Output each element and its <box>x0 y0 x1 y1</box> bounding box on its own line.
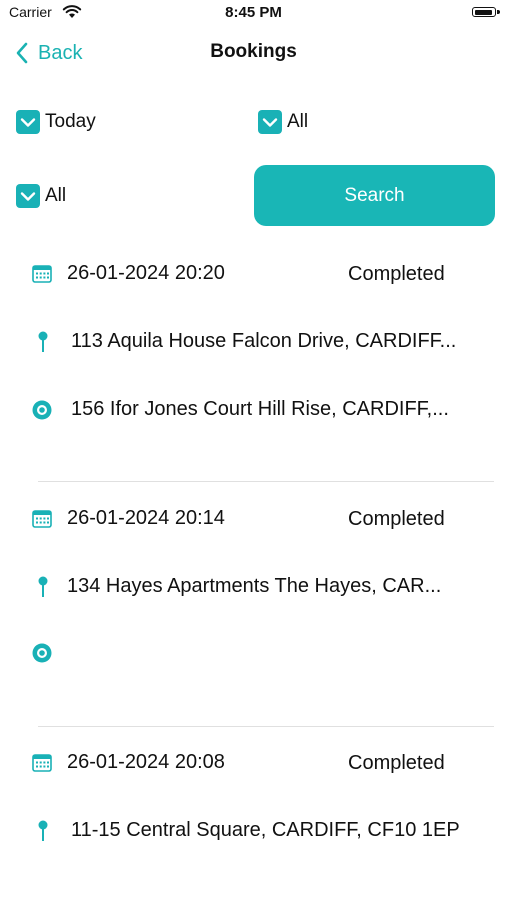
type-filter-checkbox[interactable]: All <box>258 110 308 134</box>
clock: 8:45 PM <box>225 4 282 21</box>
type-filter-label: All <box>287 111 309 132</box>
booking-status: Completed <box>348 752 445 774</box>
pickup-address[interactable]: 11-15 Central Square, CARDIFF, CF10 1EP <box>38 819 460 842</box>
booking-datetime[interactable]: 26-01-2024 20:08 <box>32 751 225 774</box>
checkbox-checked-icon <box>258 110 282 134</box>
battery-icon <box>472 7 496 17</box>
booking-datetime[interactable]: 26-01-2024 20:14 <box>32 507 225 530</box>
page-title: Bookings <box>210 41 297 62</box>
booking-datetime-text: 26-01-2024 20:08 <box>67 751 225 773</box>
pickup-pin-icon <box>38 331 48 352</box>
list-divider <box>38 726 494 727</box>
pickup-address-text: 113 Aquila House Falcon Drive, CARDIFF..… <box>71 330 457 352</box>
today-filter-checkbox[interactable]: Today <box>16 110 96 134</box>
pickup-address-text: 11-15 Central Square, CARDIFF, CF10 1EP <box>71 819 460 841</box>
pickup-address[interactable]: 134 Hayes Apartments The Hayes, CAR... <box>38 575 441 598</box>
status-filter-label: All <box>45 185 67 206</box>
list-divider <box>38 481 494 482</box>
dropoff-address[interactable]: 156 Ifor Jones Court Hill Rise, CARDIFF,… <box>32 398 449 421</box>
calendar-icon <box>32 265 52 283</box>
booking-datetime-text: 26-01-2024 20:14 <box>67 507 225 529</box>
search-button[interactable]: Search <box>254 165 495 226</box>
calendar-icon <box>32 754 52 772</box>
dropoff-address-text: 156 Ifor Jones Court Hill Rise, CARDIFF,… <box>71 398 449 420</box>
booking-datetime[interactable]: 26-01-2024 20:20 <box>32 262 225 285</box>
pickup-pin-icon <box>38 576 48 597</box>
dropoff-address[interactable] <box>32 643 71 663</box>
destination-icon <box>32 643 52 663</box>
booking-status: Completed <box>348 508 445 530</box>
booking-status: Completed <box>348 263 445 285</box>
calendar-icon <box>32 510 52 528</box>
pickup-pin-icon <box>38 820 48 841</box>
status-filter-checkbox[interactable]: All <box>16 184 66 208</box>
destination-icon <box>32 400 52 419</box>
booking-datetime-text: 26-01-2024 20:20 <box>67 262 225 284</box>
checkbox-checked-icon <box>16 184 40 208</box>
today-filter-label: Today <box>45 111 96 132</box>
pickup-address-text: 134 Hayes Apartments The Hayes, CAR... <box>67 575 442 597</box>
pickup-address[interactable]: 113 Aquila House Falcon Drive, CARDIFF..… <box>38 330 456 353</box>
checkbox-checked-icon <box>16 110 40 134</box>
